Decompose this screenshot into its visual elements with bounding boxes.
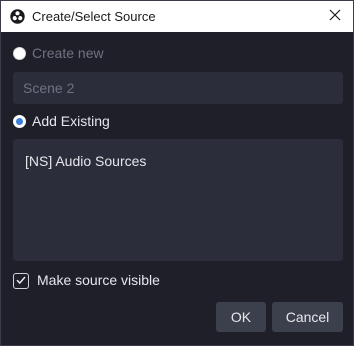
- create-new-radio[interactable]: [13, 47, 26, 60]
- list-item[interactable]: [NS] Audio Sources: [25, 151, 331, 171]
- add-existing-label[interactable]: Add Existing: [32, 113, 110, 129]
- close-button[interactable]: [323, 5, 347, 27]
- ok-button[interactable]: OK: [216, 302, 266, 332]
- title-bar[interactable]: Create/Select Source: [1, 1, 353, 32]
- make-visible-label[interactable]: Make source visible: [37, 272, 160, 288]
- create-select-source-dialog: Create/Select Source Create new Add Exis…: [0, 0, 354, 346]
- window-title: Create/Select Source: [32, 9, 156, 24]
- existing-sources-list[interactable]: [NS] Audio Sources: [13, 139, 343, 261]
- new-source-name-input[interactable]: [13, 72, 343, 104]
- add-existing-radio[interactable]: [13, 115, 26, 128]
- cancel-button[interactable]: Cancel: [272, 302, 343, 332]
- obs-icon: [10, 9, 25, 24]
- checkmark-icon: [15, 273, 27, 289]
- make-visible-checkbox[interactable]: [13, 273, 29, 289]
- close-icon: [329, 8, 341, 24]
- create-new-label[interactable]: Create new: [32, 45, 104, 61]
